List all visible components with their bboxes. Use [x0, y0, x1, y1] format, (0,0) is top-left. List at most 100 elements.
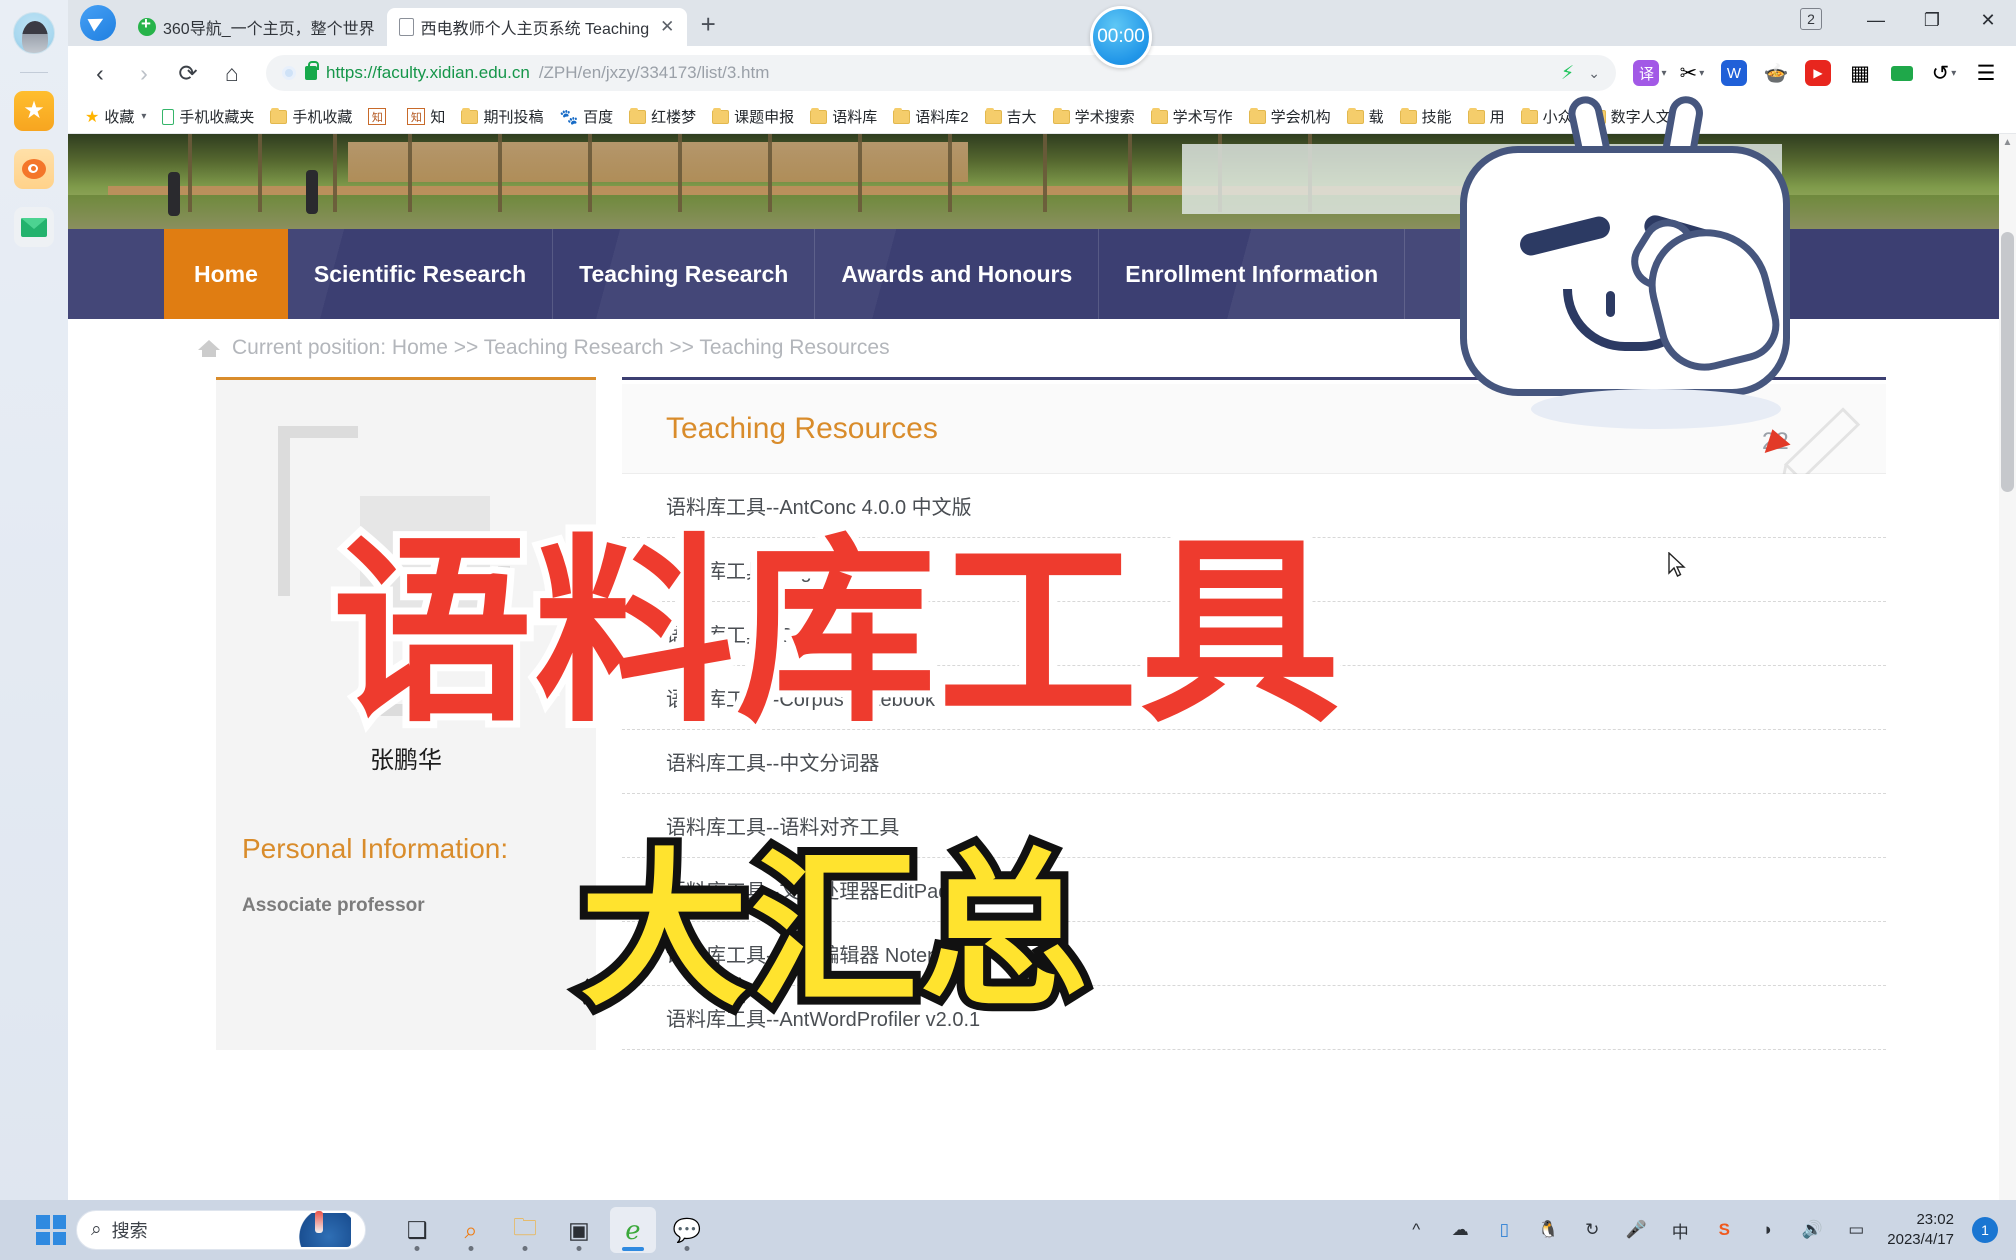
bookmark-baidu[interactable]: 🐾 百度: [552, 104, 620, 130]
new-tab-button[interactable]: +: [701, 9, 716, 40]
folder-icon: [1052, 107, 1070, 124]
microphone-icon[interactable]: 🎤: [1623, 1217, 1649, 1243]
tab-360-navigation[interactable]: 360导航_一个主页，整个世界: [126, 8, 387, 46]
close-icon[interactable]: ✕: [660, 17, 674, 37]
back-icon[interactable]: ‹: [78, 52, 122, 94]
start-button[interactable]: [36, 1215, 66, 1245]
edge-icon: ℯ: [625, 1214, 641, 1245]
app-active-indicator: [622, 1247, 644, 1251]
minimize-button[interactable]: —: [1848, 0, 1904, 40]
speed-bolt-icon[interactable]: ⚡: [1561, 62, 1574, 85]
bookmark-download[interactable]: 载: [1340, 104, 1391, 130]
clock[interactable]: 23:02 2023/4/17: [1887, 1210, 1954, 1251]
site-info-icon[interactable]: [282, 66, 296, 80]
fruit-extension-icon[interactable]: 🍲: [1756, 53, 1796, 93]
omnibox-actions: ⚡ ⌄: [1561, 62, 1600, 85]
bookmark-societies[interactable]: 学会机构: [1242, 104, 1338, 130]
edge-browser-app[interactable]: ℯ: [610, 1207, 656, 1253]
search-everything-app[interactable]: ⌕: [448, 1207, 494, 1253]
chevron-down-icon[interactable]: ▾: [141, 111, 146, 122]
banner-tree: [188, 134, 192, 212]
bookmark-corpus[interactable]: 语料库: [803, 104, 884, 130]
bookmark-journal-submission[interactable]: 期刊投稿: [454, 104, 550, 130]
bookmark-phone-collection[interactable]: 手机收藏: [263, 104, 359, 130]
notification-badge[interactable]: 1: [1972, 1217, 1998, 1243]
nav-item-home[interactable]: Home: [164, 229, 288, 319]
scroll-up-arrow[interactable]: ▲: [1999, 134, 2016, 151]
tab-xidian-faculty[interactable]: 西电教师个人主页系统 Teaching ✕: [386, 8, 687, 46]
undo-icon[interactable]: ↺ ▾: [1924, 53, 1964, 93]
folder-icon: [629, 107, 647, 124]
battery-icon[interactable]: ▭: [1843, 1217, 1869, 1243]
browser-toolbar: ‹ › ⟳ ⌂ https://faculty.xidian.edu.cn /Z…: [68, 6, 2016, 100]
nav-item-enrollment-information[interactable]: Enrollment Information: [1099, 229, 1406, 319]
bookmark-phone-folder[interactable]: 手机收藏夹: [155, 104, 261, 130]
home-icon[interactable]: ⌂: [210, 52, 254, 94]
nav-item-awards-and-honours[interactable]: Awards and Honours: [815, 229, 1100, 319]
bookmark-label: 课题申报: [734, 109, 795, 126]
search-input[interactable]: ⌕ 搜索: [76, 1210, 366, 1250]
url-path: /ZPH/en/jxzy/334173/list/3.htm: [538, 63, 770, 82]
home-icon[interactable]: [198, 338, 220, 358]
timer-widget[interactable]: 00:00: [1090, 6, 1152, 68]
folder-icon: [1248, 107, 1266, 124]
task-view-app[interactable]: ❑: [394, 1207, 440, 1253]
close-button[interactable]: ✕: [1960, 0, 2016, 40]
tab-count-badge[interactable]: 2: [1800, 8, 1822, 30]
scrollbar-thumb[interactable]: [2001, 232, 2014, 492]
favorites-star-icon[interactable]: ★: [14, 91, 54, 131]
avatar[interactable]: [13, 12, 55, 54]
wps-extension-icon[interactable]: W: [1714, 53, 1754, 93]
bookmark-jida[interactable]: 吉大: [978, 104, 1044, 130]
apps-grid-icon[interactable]: ▦: [1840, 53, 1880, 93]
ime-icon[interactable]: 中: [1667, 1217, 1693, 1243]
weibo-icon[interactable]: [14, 149, 54, 189]
app-running-dot: [684, 1246, 690, 1251]
menu-glyph: ☰: [1976, 61, 1996, 85]
nav-item-scientific-research[interactable]: Scientific Research: [288, 229, 554, 319]
battery-extension-icon[interactable]: [1882, 53, 1922, 93]
professor-position: Associate professor: [242, 895, 425, 916]
screenshot-extension-icon[interactable]: ✂ ▾: [1672, 53, 1712, 93]
bookmark-label: 语料库2: [915, 109, 969, 126]
screen: ★ 360导航_一个主页，整个世界 西电教师个人主页系统 Teaching ✕ …: [0, 0, 2016, 1260]
restore-button[interactable]: ❐: [1904, 0, 1960, 40]
page-scrollbar[interactable]: ▲ ▼: [1999, 134, 2016, 1224]
document-icon: [398, 18, 414, 36]
qq-icon[interactable]: 🐧: [1535, 1217, 1561, 1243]
browser-menu-icon[interactable]: ☰: [1966, 53, 2006, 93]
show-hidden-icons-button[interactable]: ^: [1403, 1217, 1429, 1243]
bookmark-academic-search[interactable]: 学术搜索: [1046, 104, 1142, 130]
chevron-down-icon[interactable]: ▾: [1951, 68, 1956, 79]
bookmark-hongloumeng[interactable]: 红楼梦: [622, 104, 703, 130]
mail-icon[interactable]: [14, 207, 54, 247]
bookmark-favorites[interactable]: ★ 收藏 ▾: [78, 104, 153, 130]
sogou-icon[interactable]: S: [1711, 1217, 1737, 1243]
bookmark-zhi-2[interactable]: 知 知: [400, 104, 452, 130]
wechat-app[interactable]: 💬: [664, 1207, 710, 1253]
bookmark-corpus-2[interactable]: 语料库2: [886, 104, 975, 130]
youtube-extension-icon[interactable]: ▶: [1798, 53, 1838, 93]
reload-icon[interactable]: ⟳: [166, 52, 210, 94]
wifi-icon[interactable]: ◗: [1755, 1217, 1781, 1243]
nav-item-teaching-research[interactable]: Teaching Research: [553, 229, 816, 319]
chevron-down-icon[interactable]: ▾: [1661, 68, 1666, 79]
chevron-down-icon[interactable]: ▾: [1699, 68, 1704, 79]
cloud-sync-icon[interactable]: ☁: [1447, 1217, 1473, 1243]
folder-icon: [712, 107, 730, 124]
refresh-icon[interactable]: ↻: [1579, 1217, 1605, 1243]
bookmark-project-application[interactable]: 课题申报: [705, 104, 801, 130]
app-running-dot: [576, 1246, 582, 1251]
tab-strip: 360导航_一个主页，整个世界 西电教师个人主页系统 Teaching ✕ + …: [68, 0, 2016, 46]
forward-icon[interactable]: ›: [122, 52, 166, 94]
address-bar[interactable]: https://faculty.xidian.edu.cn /ZPH/en/jx…: [266, 55, 1616, 91]
book-icon[interactable]: ▯: [1491, 1217, 1517, 1243]
file-explorer-app[interactable]: 🗀: [502, 1207, 548, 1253]
volume-icon[interactable]: 🔊: [1799, 1217, 1825, 1243]
bookmark-academic-writing[interactable]: 学术写作: [1144, 104, 1240, 130]
translate-extension-icon[interactable]: 译 ▾: [1630, 53, 1670, 93]
notes-app[interactable]: ▣: [556, 1207, 602, 1253]
browser-logo-icon[interactable]: [80, 5, 116, 41]
bookmark-zhi-1[interactable]: 知: [361, 104, 398, 130]
chevron-down-icon[interactable]: ⌄: [1588, 65, 1600, 82]
